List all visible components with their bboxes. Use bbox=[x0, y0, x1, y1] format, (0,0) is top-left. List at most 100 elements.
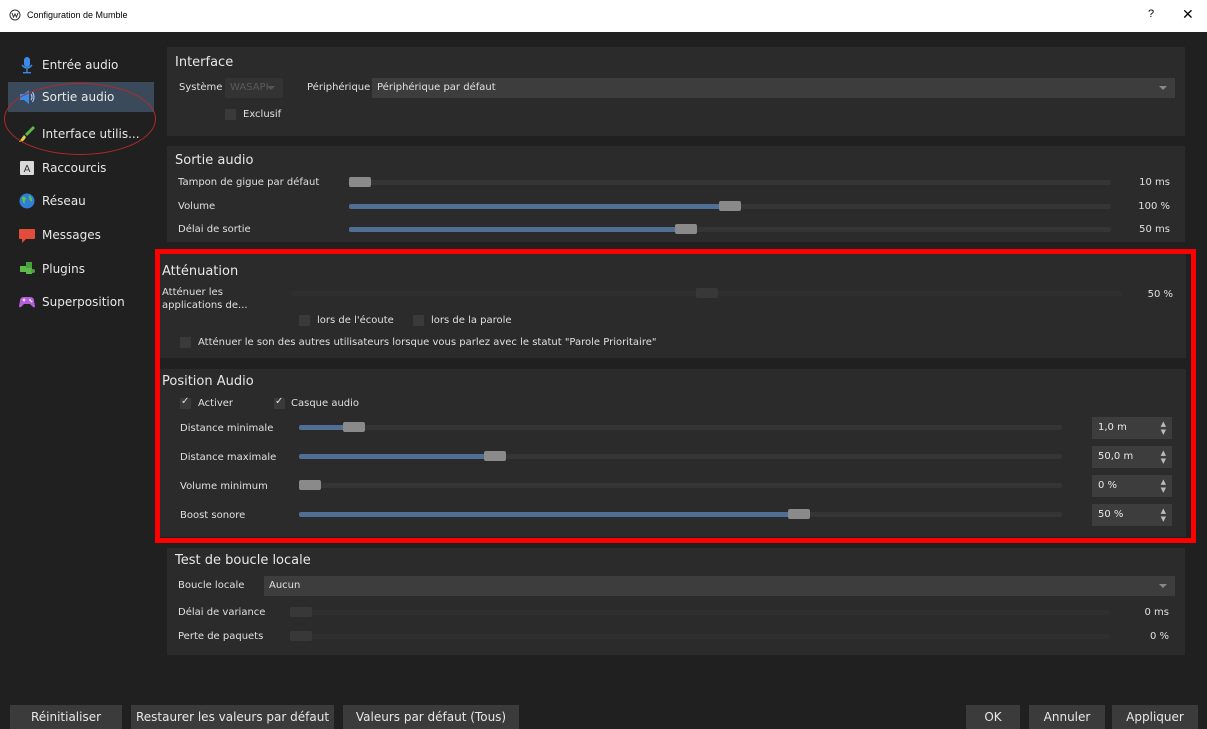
while-listening-label: lors de l'écoute bbox=[317, 315, 394, 326]
positional-audio-group: Position Audio Activer Casque audio Dist… bbox=[160, 369, 1186, 537]
loopback-combo-value: Aucun bbox=[269, 580, 301, 591]
volume-slider-fill bbox=[349, 204, 730, 209]
variance-delay-label: Délai de variance bbox=[178, 607, 266, 618]
headphones-checkbox[interactable] bbox=[274, 396, 285, 409]
sidebar-item-audio-output[interactable]: Sortie audio bbox=[8, 82, 154, 112]
min-distance-slider[interactable] bbox=[299, 422, 1062, 432]
loudness-boost-slider-fill bbox=[299, 512, 799, 517]
sidebar-item-label: Superposition bbox=[42, 295, 125, 309]
max-distance-spinbox-value: 50,0 m bbox=[1098, 451, 1134, 462]
restore-defaults-button[interactable]: Restaurer les valeurs par défaut bbox=[131, 705, 334, 729]
while-speaking-checkbox[interactable] bbox=[413, 315, 424, 326]
max-distance-slider-handle[interactable] bbox=[484, 451, 506, 461]
device-combo-value: Périphérique par défaut bbox=[377, 82, 496, 93]
min-volume-slider[interactable] bbox=[299, 480, 1062, 490]
window-title: Configuration de Mumble bbox=[27, 10, 128, 20]
variance-delay-slider[interactable] bbox=[290, 607, 1110, 617]
mumble-logo-icon bbox=[9, 9, 21, 21]
volume-slider-handle[interactable] bbox=[719, 201, 741, 211]
attenuation-group: Atténuation Atténuer les applications de… bbox=[160, 253, 1186, 358]
chat-bubble-icon bbox=[19, 229, 35, 243]
min-volume-label: Volume minimum bbox=[180, 481, 268, 492]
exclusive-checkbox[interactable] bbox=[225, 109, 236, 120]
attenuate-apps-value: 50 % bbox=[1147, 289, 1173, 300]
output-delay-slider-handle[interactable] bbox=[675, 224, 697, 234]
output-delay-slider[interactable] bbox=[349, 224, 1111, 234]
speaker-icon bbox=[20, 90, 35, 104]
output-delay-slider-fill bbox=[349, 227, 686, 232]
sidebar-item-label: Sortie audio bbox=[42, 90, 115, 104]
spin-arrows-icon[interactable]: ▲ ▼ bbox=[1161, 449, 1166, 465]
attenuate-apps-label-line1: Atténuer les bbox=[162, 287, 223, 298]
loudness-boost-slider-handle[interactable] bbox=[788, 509, 810, 519]
interface-group-title: Interface bbox=[175, 55, 234, 70]
microphone-icon bbox=[21, 57, 33, 74]
output-delay-label: Délai de sortie bbox=[178, 224, 251, 235]
audio-output-group-title: Sortie audio bbox=[175, 153, 254, 168]
close-button[interactable]: ✕ bbox=[1182, 6, 1194, 23]
jitter-value: 10 ms bbox=[1139, 177, 1170, 188]
sidebar-item-plugins[interactable]: Plugins bbox=[8, 254, 154, 284]
priority-speaker-checkbox[interactable] bbox=[180, 337, 191, 348]
attenuate-apps-slider-handle[interactable] bbox=[696, 288, 718, 298]
volume-slider[interactable] bbox=[349, 201, 1111, 211]
min-distance-slider-handle[interactable] bbox=[343, 422, 365, 432]
help-button[interactable]: ? bbox=[1148, 8, 1154, 20]
output-delay-value: 50 ms bbox=[1139, 224, 1170, 235]
cancel-button[interactable]: Annuler bbox=[1029, 705, 1105, 729]
loopback-label: Boucle locale bbox=[178, 580, 245, 591]
spin-arrows-icon[interactable]: ▲ ▼ bbox=[1161, 478, 1166, 494]
jitter-slider[interactable] bbox=[349, 177, 1111, 187]
exclusive-label: Exclusif bbox=[243, 109, 282, 120]
sidebar-item-audio-input[interactable]: Entrée audio bbox=[8, 50, 154, 80]
min-distance-label: Distance minimale bbox=[180, 423, 274, 434]
puzzle-icon bbox=[20, 262, 35, 274]
priority-speaker-label: Atténuer le son des autres utilisateurs … bbox=[198, 337, 657, 348]
min-distance-spinbox[interactable]: 1,0 m ▲ ▼ bbox=[1092, 417, 1172, 439]
system-combo[interactable]: WASAPI bbox=[225, 78, 283, 98]
sidebar-item-messages[interactable]: Messages bbox=[8, 220, 154, 250]
attenuate-apps-slider[interactable] bbox=[291, 288, 1122, 298]
loudness-boost-spinbox[interactable]: 50 % ▲ ▼ bbox=[1092, 504, 1172, 526]
audio-output-group: Sortie audio Tampon de gigue par défaut … bbox=[167, 146, 1185, 242]
variance-delay-value: 0 ms bbox=[1144, 607, 1170, 618]
sidebar-item-label: Interface utilis... bbox=[42, 127, 140, 141]
device-combo[interactable]: Périphérique par défaut bbox=[372, 78, 1175, 98]
packet-loss-slider[interactable] bbox=[290, 631, 1110, 641]
device-label: Périphérique bbox=[307, 82, 371, 93]
sidebar-item-label: Raccourcis bbox=[42, 161, 107, 175]
packet-loss-label: Perte de paquets bbox=[178, 631, 264, 642]
enable-positional-checkbox[interactable] bbox=[180, 396, 191, 409]
sidebar-item-user-interface[interactable]: Interface utilis... bbox=[8, 119, 154, 149]
loudness-boost-slider[interactable] bbox=[299, 509, 1062, 519]
while-listening-checkbox[interactable] bbox=[299, 315, 310, 326]
max-distance-slider[interactable] bbox=[299, 451, 1062, 461]
brush-icon bbox=[19, 126, 35, 142]
ok-button[interactable]: OK bbox=[966, 705, 1020, 729]
loopback-combo[interactable]: Aucun bbox=[264, 576, 1175, 596]
max-distance-slider-fill bbox=[299, 454, 495, 459]
sidebar-item-network[interactable]: Réseau bbox=[8, 186, 154, 216]
sidebar-item-overlay[interactable]: Superposition bbox=[8, 287, 154, 317]
spin-arrows-icon[interactable]: ▲ ▼ bbox=[1161, 420, 1166, 436]
packet-loss-slider-handle[interactable] bbox=[290, 631, 312, 641]
reset-button[interactable]: Réinitialiser bbox=[10, 705, 122, 729]
positional-audio-group-title: Position Audio bbox=[162, 374, 254, 389]
min-distance-spinbox-value: 1,0 m bbox=[1098, 422, 1127, 433]
variance-delay-slider-handle[interactable] bbox=[290, 607, 312, 617]
spin-arrows-icon[interactable]: ▲ ▼ bbox=[1161, 507, 1166, 523]
min-volume-slider-handle[interactable] bbox=[299, 480, 321, 490]
loudness-boost-spinbox-value: 50 % bbox=[1098, 509, 1124, 520]
min-volume-spinbox[interactable]: 0 % ▲ ▼ bbox=[1092, 475, 1172, 497]
defaults-all-button[interactable]: Valeurs par défaut (Tous) bbox=[343, 705, 519, 729]
loudness-boost-label: Boost sonore bbox=[180, 510, 246, 521]
packet-loss-value: 0 % bbox=[1149, 631, 1169, 642]
jitter-slider-handle[interactable] bbox=[349, 177, 371, 187]
svg-text:A: A bbox=[24, 164, 31, 175]
jitter-label: Tampon de gigue par défaut bbox=[178, 177, 320, 188]
max-distance-spinbox[interactable]: 50,0 m ▲ ▼ bbox=[1092, 446, 1172, 468]
sidebar-item-label: Plugins bbox=[42, 262, 85, 276]
apply-button[interactable]: Appliquer bbox=[1112, 705, 1198, 729]
sidebar-item-shortcuts[interactable]: A Raccourcis bbox=[8, 153, 154, 183]
interface-group: Interface Système WASAPI Périphérique Pé… bbox=[167, 47, 1185, 136]
